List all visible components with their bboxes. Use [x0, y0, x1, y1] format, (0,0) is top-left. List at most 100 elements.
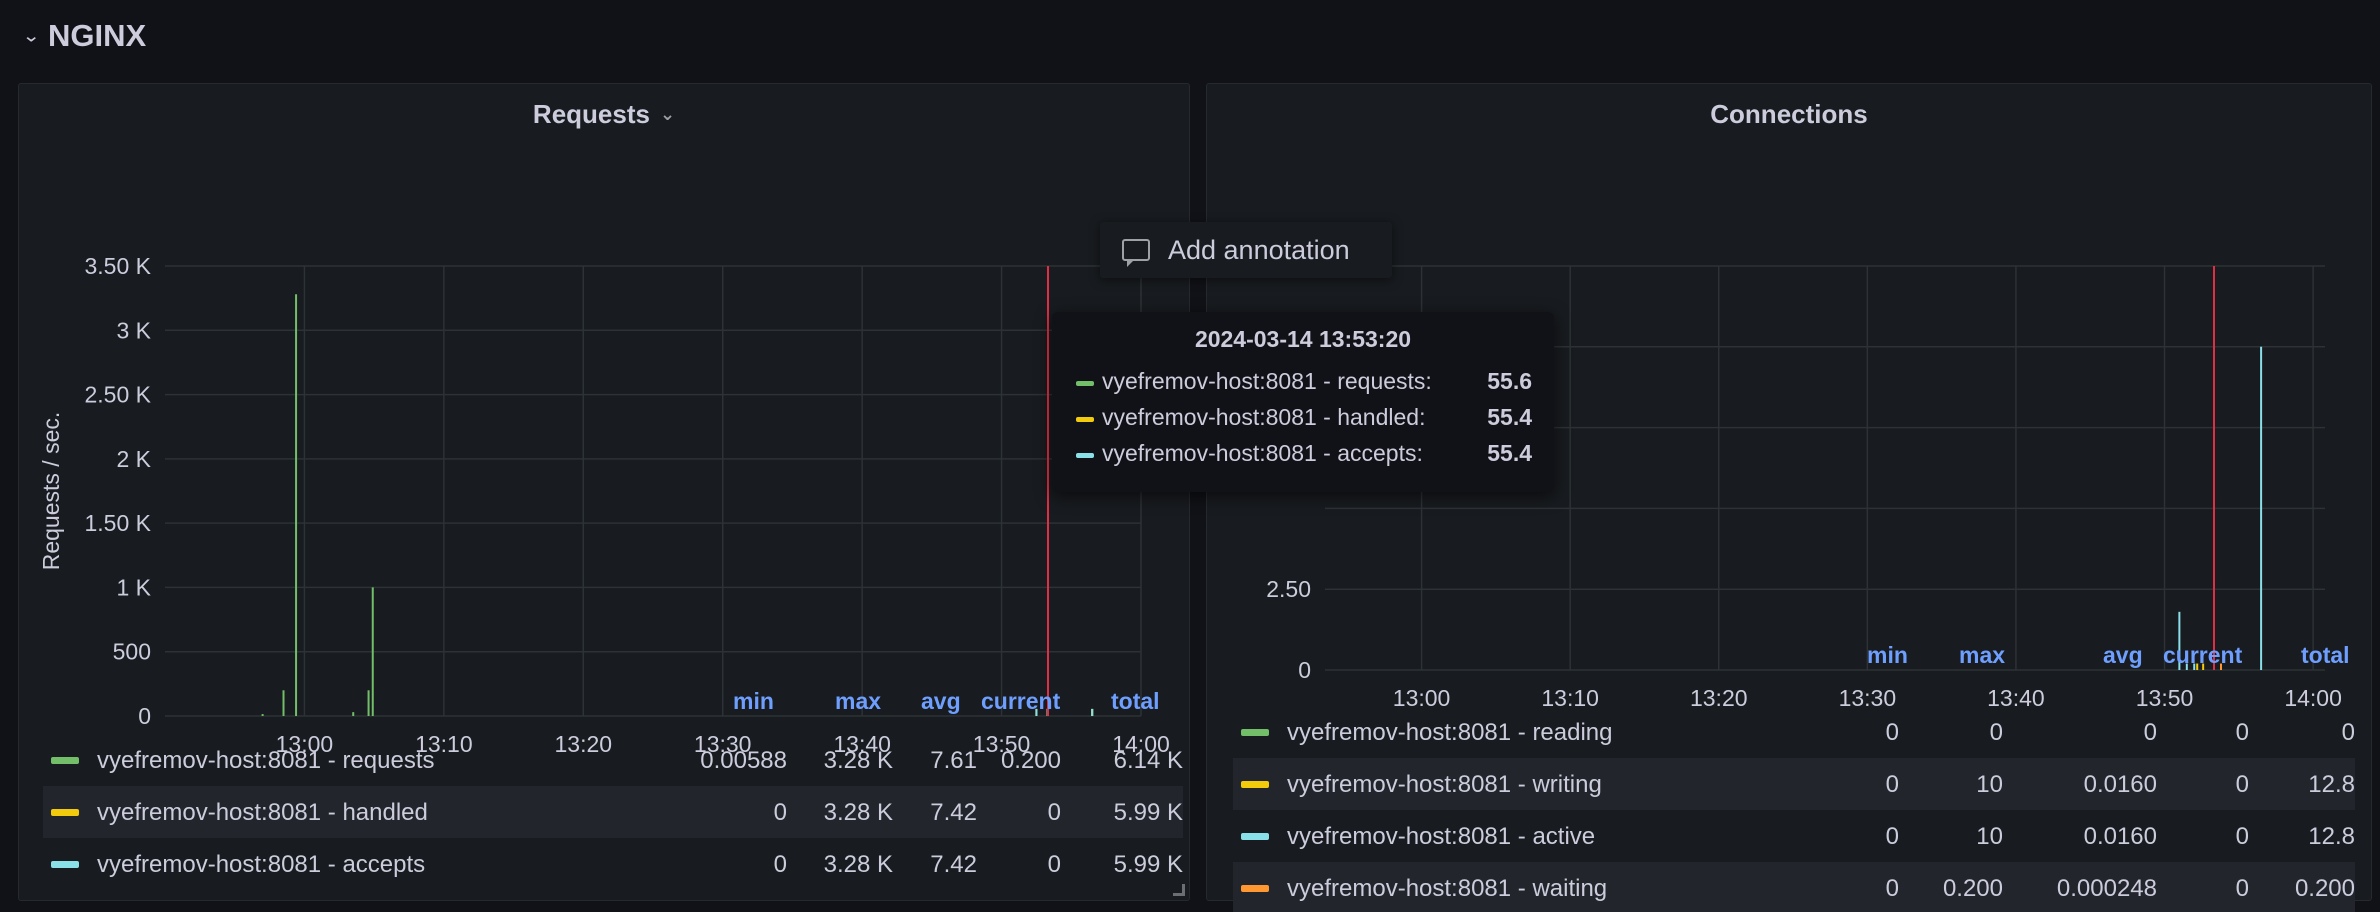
legend-header-total[interactable]: total: [2301, 642, 2350, 678]
series-swatch[interactable]: [1241, 885, 1269, 892]
add-annotation-label: Add annotation: [1168, 234, 1350, 265]
row-header-nginx[interactable]: ⌄ NGINX: [22, 14, 146, 58]
legend-value-max: 10: [1976, 771, 2003, 798]
legend-series-name[interactable]: vyefremov-host:8081 - active: [1287, 823, 1595, 851]
y-tick-label: 3.50 K: [85, 253, 152, 279]
tooltip-series-name: vyefremov-host:8081 - requests:: [1102, 368, 1432, 394]
series-swatch: [1076, 417, 1094, 422]
y-tick-label: 2.50 K: [85, 382, 152, 408]
tooltip-row: vyefremov-host:8081 - requests: 55.6: [1076, 368, 1532, 402]
y-tick-label: 1 K: [116, 574, 151, 600]
tooltip-row: vyefremov-host:8081 - accepts: 55.4: [1076, 440, 1532, 474]
legend-value-max: 3.28 K: [823, 799, 893, 826]
legend-header-total[interactable]: total: [1111, 688, 1160, 724]
tooltip-series-value: 55.4: [1487, 404, 1532, 430]
chevron-down-icon: ⌄: [659, 103, 676, 124]
legend-row[interactable]: vyefremov-host:8081 - writing 0 10 0.0160 0 1…: [1233, 758, 2355, 810]
legend-row[interactable]: vyefremov-host:8081 - active 0 10 0.0160 0 12…: [1233, 810, 2355, 862]
series-swatch[interactable]: [1241, 781, 1269, 788]
legend-value-min: 0: [773, 799, 787, 826]
legend-series-name[interactable]: vyefremov-host:8081 - reading: [1287, 719, 1613, 747]
legend-value-min: 0.00588: [700, 747, 787, 774]
legend-value-max: 10: [1976, 823, 2003, 850]
connections-panel-header[interactable]: Connections: [1207, 84, 2371, 144]
row-title: NGINX: [48, 18, 147, 53]
panel-title: Requests: [532, 98, 650, 129]
legend-header-max[interactable]: max: [835, 688, 881, 724]
requests-chart[interactable]: 05001 K1.50 K2 K2.50 K3 K3.50 K13:00 13:1…: [19, 154, 1189, 754]
tooltip-series-name: vyefremov-host:8081 - accepts:: [1102, 440, 1423, 466]
series-swatch[interactable]: [51, 809, 79, 816]
legend-row[interactable]: vyefremov-host:8081 - waiting 0 0.200 0.000…: [1233, 862, 2355, 912]
legend-header-current[interactable]: current: [981, 688, 1060, 724]
legend-value-total: 5.99 K: [1113, 851, 1183, 878]
y-axis-label: Requests / sec.: [38, 412, 64, 571]
y-tick-label: 3 K: [116, 317, 151, 343]
legend-value-min: 0: [1885, 719, 1899, 746]
series-swatch[interactable]: [1241, 729, 1269, 736]
y-tick-label: 2.50: [1266, 576, 1311, 602]
legend-value-current: 0: [1047, 851, 1061, 878]
y-tick-label: 500: [113, 639, 151, 665]
legend-value-total: 0: [2341, 719, 2355, 746]
legend-value-total: 12.8: [2308, 823, 2355, 850]
legend-value-min: 0: [1885, 823, 1899, 850]
legend-value-max: 0: [1989, 719, 2003, 746]
y-tick-label: 2 K: [116, 446, 151, 472]
legend-series-name[interactable]: vyefremov-host:8081 - waiting: [1287, 875, 1607, 903]
connections-panel: Connections 02.5012.513:0013:1013:2013:3…: [1206, 83, 2372, 912]
legend-value-min: 0: [773, 851, 787, 878]
connections-legend: min max avg current total vyefremov-host…: [1233, 642, 2355, 912]
legend-row[interactable]: vyefremov-host:8081 - handled 0 3.28 K 7.42…: [43, 786, 1183, 838]
hover-tooltip: 2024-03-14 13:53:20 vyefremov-host:8081 …: [1052, 312, 1554, 492]
legend-value-total: 6.14 K: [1113, 747, 1183, 774]
legend-value-max: 3.28 K: [823, 747, 893, 774]
legend-series-name[interactable]: vyefremov-host:8081 - accepts: [97, 851, 425, 879]
legend-header-min[interactable]: min: [1867, 642, 1908, 678]
legend-row[interactable]: vyefremov-host:8081 - reading 0 0 0 0 0: [1233, 706, 2355, 758]
legend-header-max[interactable]: max: [1959, 642, 2005, 678]
legend-header-min[interactable]: min: [733, 688, 774, 724]
tooltip-row: vyefremov-host:8081 - handled: 55.4: [1076, 404, 1532, 438]
legend-header-current[interactable]: current: [2163, 642, 2242, 678]
chevron-down-icon: ⌄: [22, 25, 41, 46]
tooltip-series-name: vyefremov-host:8081 - handled:: [1102, 404, 1426, 430]
legend-value-max: 0.200: [1942, 875, 2003, 902]
add-annotation-button[interactable]: Add annotation: [1100, 222, 1392, 278]
legend-series-name[interactable]: vyefremov-host:8081 - writing: [1287, 771, 1602, 799]
series-swatch[interactable]: [51, 861, 79, 868]
legend-value-avg: 0.0160: [2083, 771, 2157, 798]
legend-series-name[interactable]: vyefremov-host:8081 - requests: [97, 747, 435, 775]
comment-icon: [1122, 239, 1150, 267]
legend-value-avg: 7.42: [930, 851, 977, 878]
legend-value-current: 0: [2235, 719, 2249, 746]
legend-value-avg: 0.0160: [2083, 823, 2157, 850]
legend-value-current: 0: [2235, 875, 2249, 902]
series-swatch[interactable]: [51, 757, 79, 764]
legend-value-min: 0: [1885, 771, 1899, 798]
legend-value-current: 0.200: [1000, 747, 1061, 774]
series-swatch: [1076, 381, 1094, 386]
legend-row[interactable]: vyefremov-host:8081 - requests 0.00588 3.2…: [43, 734, 1183, 786]
legend-value-current: 0: [1047, 799, 1061, 826]
legend-value-min: 0: [1885, 875, 1899, 902]
legend-series-name[interactable]: vyefremov-host:8081 - handled: [97, 799, 428, 827]
tooltip-time: 2024-03-14 13:53:20: [1194, 326, 1412, 352]
panel-resize-handle[interactable]: [1173, 884, 1185, 896]
requests-legend: min max avg current total vyefremov-host…: [43, 688, 1183, 888]
requests-panel-header[interactable]: Requests ⌄: [19, 84, 1189, 144]
legend-row[interactable]: vyefremov-host:8081 - accepts 0 3.28 K 7.42…: [43, 838, 1183, 890]
legend-value-avg: 7.42: [930, 799, 977, 826]
series-swatch[interactable]: [1241, 833, 1269, 840]
legend-header-avg[interactable]: avg: [921, 688, 961, 724]
y-tick-label: 1.50 K: [85, 510, 152, 536]
legend-value-total: 12.8: [2308, 771, 2355, 798]
legend-value-total: 0.200: [2294, 875, 2355, 902]
legend-header-avg[interactable]: avg: [2103, 642, 2143, 678]
series-swatch: [1076, 453, 1094, 458]
legend-value-avg: 0.000248: [2056, 875, 2157, 902]
legend-value-total: 5.99 K: [1113, 799, 1183, 826]
requests-panel: Requests ⌄ 0 500 1 K 1.50 K 2 K 2.50 K 3 K 3.50…: [18, 83, 1190, 901]
legend-value-current: 0: [2235, 771, 2249, 798]
tooltip-series-value: 55.6: [1487, 368, 1532, 394]
